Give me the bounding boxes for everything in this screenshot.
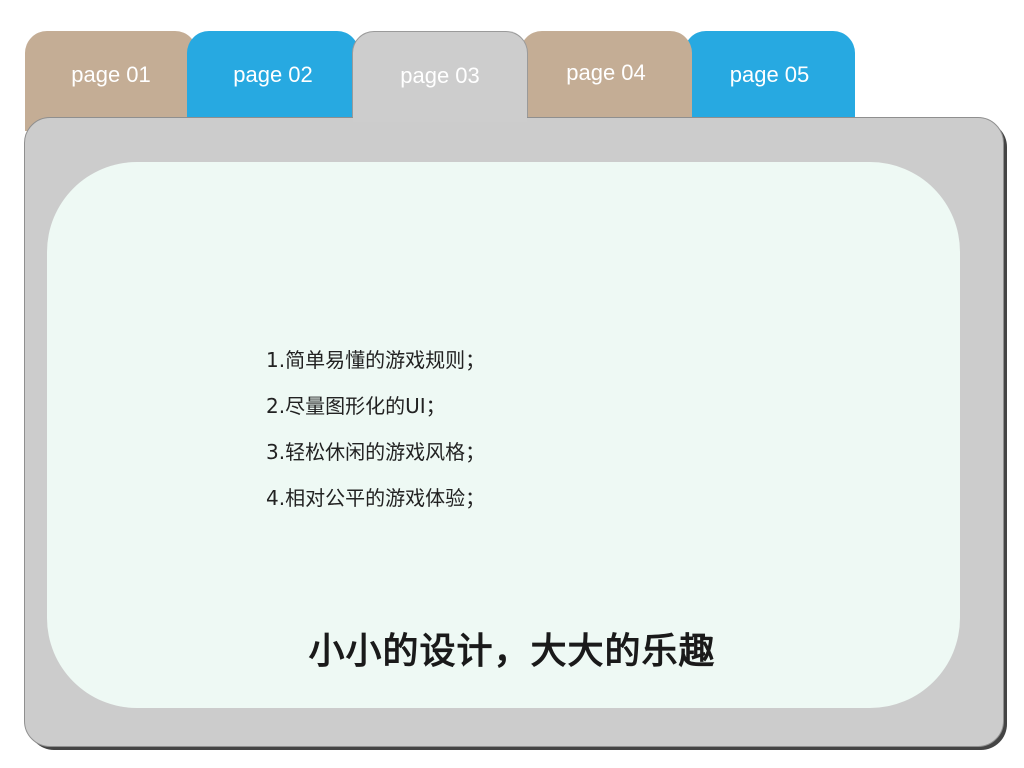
- tab-page-04[interactable]: page 04: [520, 31, 692, 131]
- feature-item: 2.尽量图形化的UI；: [266, 394, 446, 418]
- tab-page-01[interactable]: page 01: [25, 31, 197, 131]
- tabbed-window: page 01 page 02 page 03 page 04 page 05 …: [0, 0, 1024, 768]
- tab-label: page 05: [729, 62, 810, 87]
- feature-item: 4.相对公平的游戏体验；: [266, 486, 486, 510]
- tab-page-02[interactable]: page 02: [187, 31, 359, 131]
- active-tab-joint: [353, 110, 527, 122]
- tab-label: page 03: [400, 63, 480, 88]
- feature-list: 1.简单易懂的游戏规则； 2.尽量图形化的UI； 3.轻松休闲的游戏风格； 4.…: [266, 346, 485, 530]
- tab-page-05[interactable]: page 05: [684, 31, 855, 131]
- tab-label: page 04: [566, 60, 646, 85]
- feature-item: 1.简单易懂的游戏规则；: [266, 348, 486, 372]
- feature-item: 3.轻松休闲的游戏风格；: [266, 440, 486, 464]
- tab-label: page 02: [233, 62, 313, 87]
- slogan-heading: 小小的设计，大大的乐趣: [308, 631, 716, 672]
- tab-label: page 01: [71, 62, 151, 87]
